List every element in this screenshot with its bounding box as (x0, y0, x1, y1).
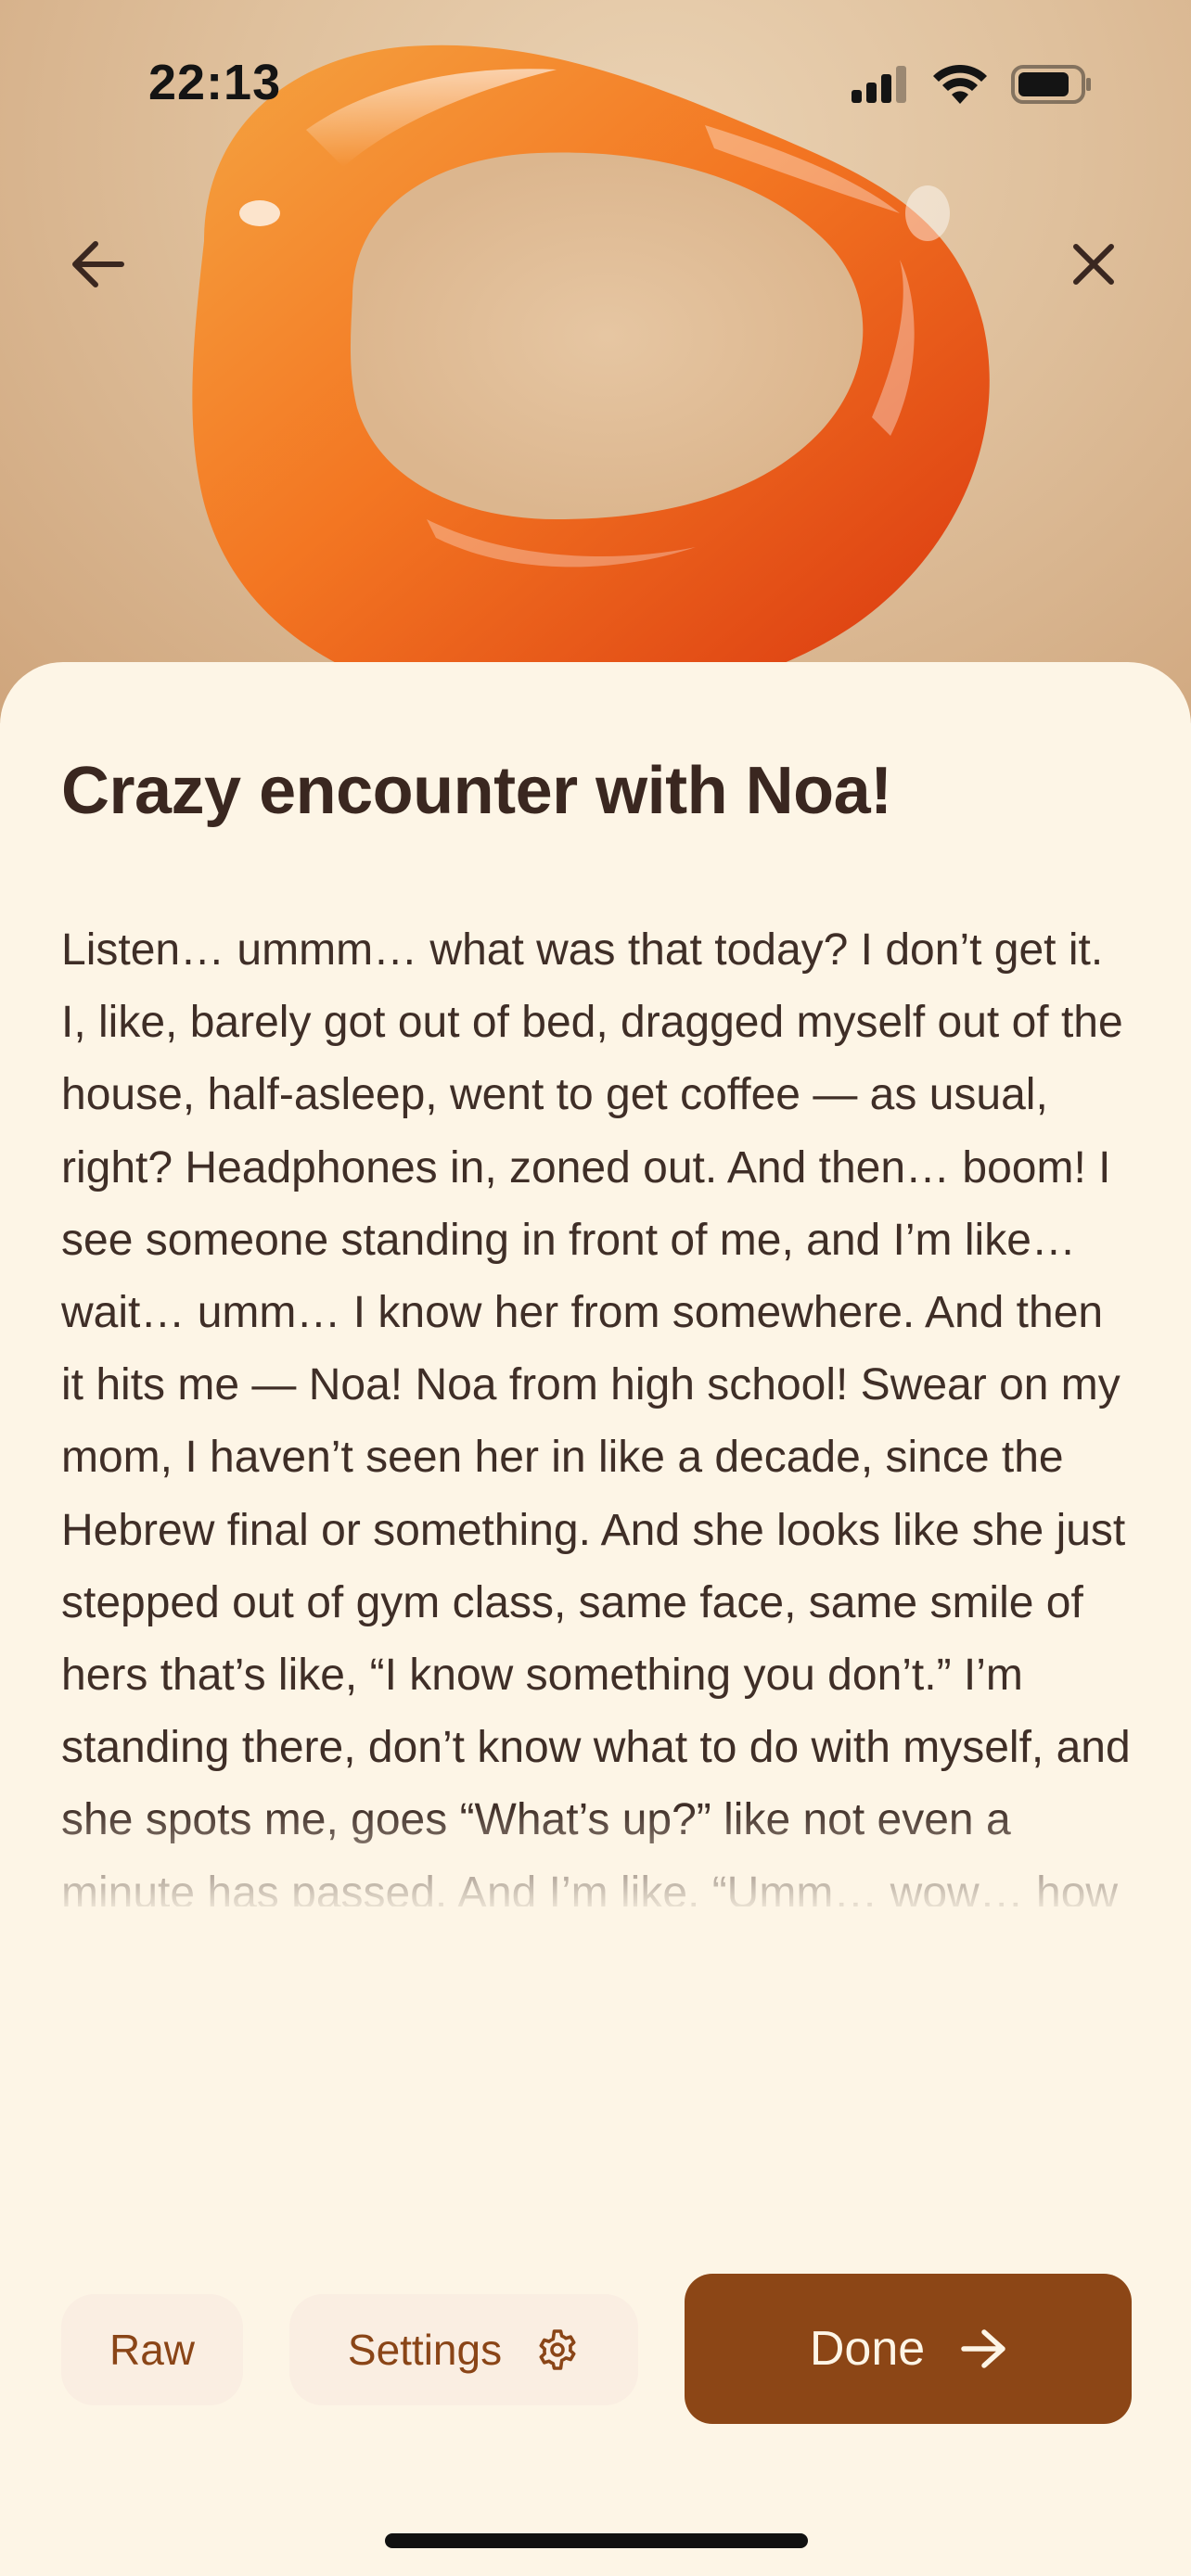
entry-title: Crazy encounter with Noa! (61, 754, 892, 828)
wifi-icon (933, 65, 987, 104)
arrow-right-icon (961, 2329, 1005, 2368)
arrow-left-icon (72, 241, 124, 287)
done-button[interactable]: Done (685, 2274, 1132, 2424)
raw-button-label: Raw (109, 2326, 196, 2374)
action-bar: Raw Settings Done (0, 2274, 1191, 2426)
entry-body-scroll[interactable]: Listen… ummm… what was that today? I don… (61, 914, 1137, 1906)
hero-banner: 22:13 (0, 0, 1191, 723)
close-icon (1073, 244, 1114, 285)
orange-ring-illustration (192, 45, 990, 710)
status-bar-icons (852, 65, 1093, 104)
done-button-label: Done (809, 2322, 926, 2376)
entry-body-text: Listen… ummm… what was that today? I don… (61, 925, 1131, 1906)
back-button[interactable] (56, 223, 139, 306)
gear-icon (539, 2329, 576, 2370)
raw-button[interactable]: Raw (61, 2294, 243, 2405)
close-button[interactable] (1052, 223, 1135, 306)
battery-icon (1011, 65, 1091, 104)
home-indicator[interactable] (385, 2533, 808, 2548)
signal-icon (852, 66, 906, 103)
status-bar-time: 22:13 (148, 55, 282, 110)
settings-button-label: Settings (347, 2326, 503, 2374)
settings-button[interactable]: Settings (289, 2294, 638, 2405)
